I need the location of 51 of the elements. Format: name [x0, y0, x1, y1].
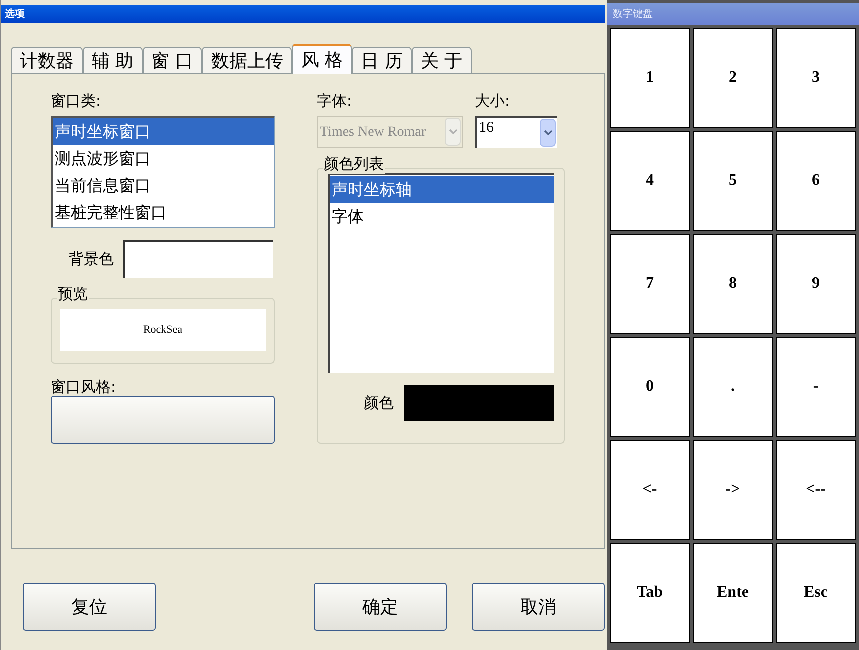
background-color-field[interactable] — [123, 240, 273, 278]
window-style-button[interactable] — [51, 396, 275, 444]
keypad-key[interactable]: 7 — [610, 234, 690, 334]
size-select[interactable]: 16 — [475, 116, 557, 148]
preview-label: 预览 — [57, 284, 89, 304]
color-swatch[interactable] — [404, 385, 554, 421]
list-item[interactable]: 声时坐标轴 — [330, 176, 554, 203]
keypad-key[interactable]: 5 — [693, 131, 773, 231]
keypad-key[interactable]: 1 — [610, 28, 690, 128]
list-item[interactable]: 声时坐标窗口 — [53, 118, 274, 145]
font-label: 字体: — [317, 91, 354, 110]
color-label: 颜色 — [364, 392, 395, 414]
tab[interactable]: 数据上传 — [202, 47, 292, 73]
keypad-key[interactable]: - — [776, 337, 856, 437]
dialog-button[interactable]: 复位 — [23, 583, 156, 631]
tab[interactable]: 关 于 — [412, 47, 472, 73]
tab[interactable]: 窗 口 — [142, 47, 202, 73]
tab[interactable]: 风 格 — [292, 44, 352, 74]
list-item[interactable]: 基桩完整性窗口 — [53, 199, 274, 226]
window-class-list[interactable]: 声时坐标窗口 测点波形窗口 当前信息窗口 基桩完整性窗口 — [51, 116, 275, 228]
preview-text: RockSea — [143, 322, 183, 338]
color-list[interactable]: 声时坐标轴 字体 — [328, 173, 554, 373]
keypad-key[interactable]: Tab — [610, 543, 690, 643]
tab[interactable]: 辅 助 — [83, 47, 143, 73]
keypad-key[interactable]: Esc — [776, 543, 856, 643]
keypad-key[interactable]: 9 — [776, 234, 856, 334]
window-title: 选项 — [5, 8, 25, 22]
keypad-key[interactable]: . — [693, 337, 773, 437]
list-item[interactable]: 当前信息窗口 — [53, 172, 274, 199]
keypad-key[interactable]: 0 — [610, 337, 690, 437]
keypad-key[interactable]: -> — [693, 440, 773, 540]
dialog-button[interactable]: 取消 — [472, 583, 605, 631]
keypad-key[interactable]: 3 — [776, 28, 856, 128]
keypad-key[interactable]: 8 — [693, 234, 773, 334]
keypad-key[interactable]: <- — [610, 440, 690, 540]
list-item[interactable]: 字体 — [330, 203, 554, 230]
keypad-key[interactable]: 6 — [776, 131, 856, 231]
keypad-title: 数字键盘 — [613, 8, 653, 22]
size-label: 大小: — [475, 91, 510, 110]
background-color-label: 背景色 — [69, 248, 115, 270]
keypad-key[interactable]: 4 — [610, 131, 690, 231]
dialog-button[interactable]: 确定 — [314, 583, 447, 631]
keypad-key[interactable]: Ente — [693, 543, 773, 643]
keypad-key[interactable]: <-- — [776, 440, 856, 540]
window-style-label: 窗口风格: — [51, 377, 118, 396]
list-item[interactable]: 测点波形窗口 — [53, 145, 274, 172]
window-class-label: 窗口类: — [51, 91, 102, 110]
keypad-key[interactable]: 2 — [693, 28, 773, 128]
tab[interactable]: 计数器 — [11, 47, 83, 73]
color-list-label: 颜色列表 — [323, 154, 385, 174]
tab[interactable]: 日 历 — [352, 47, 412, 73]
